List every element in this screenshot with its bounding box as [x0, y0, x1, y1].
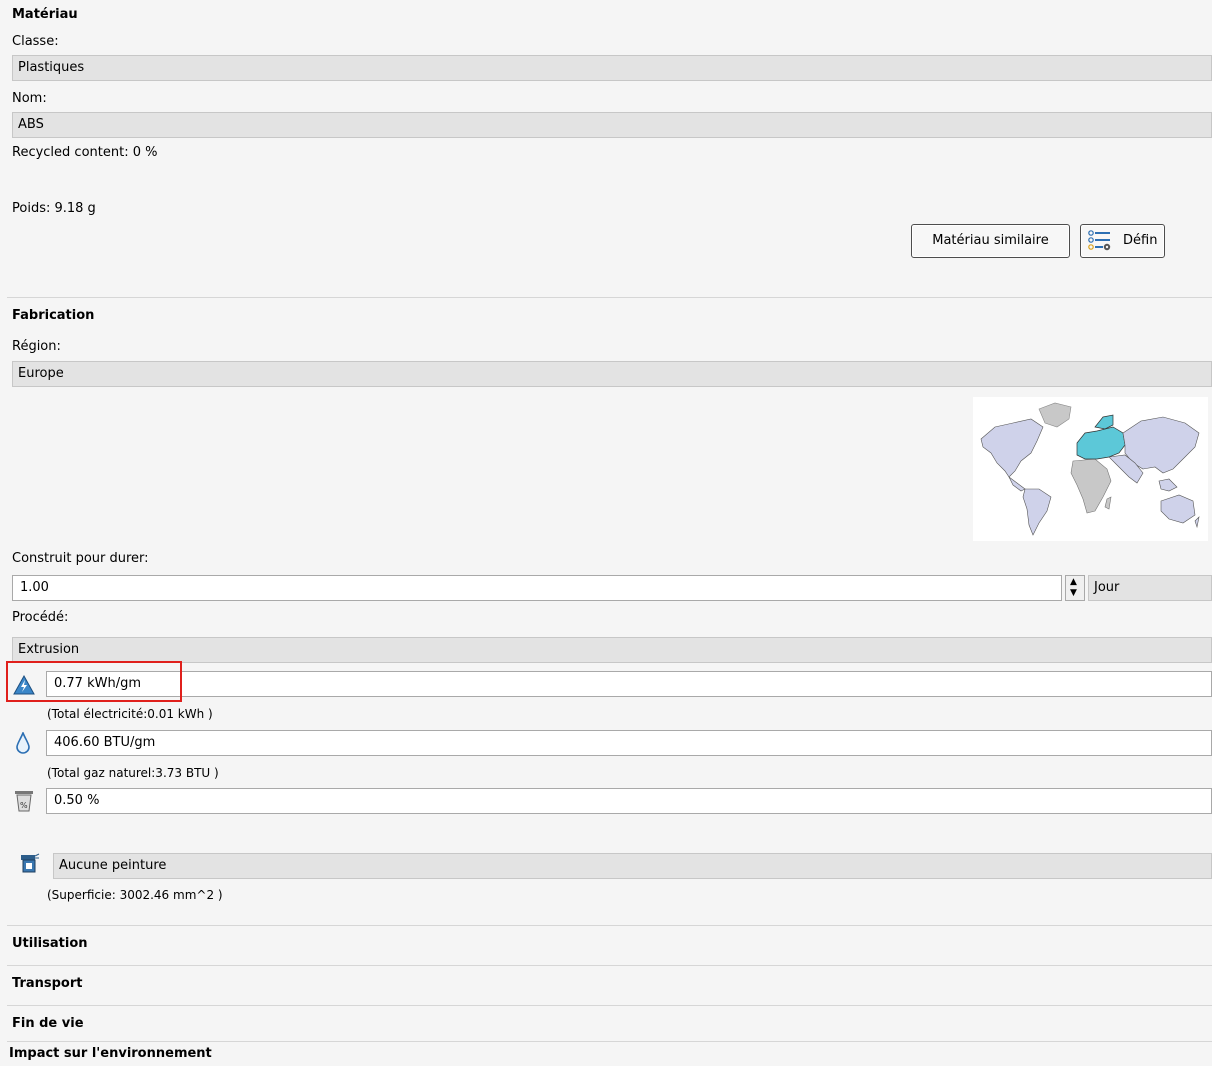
svg-text:%: %	[20, 801, 28, 810]
surface-text: (Superficie: 3002.46 mm^2 )	[47, 888, 223, 902]
separator	[7, 1005, 1212, 1006]
settings-list-icon	[1088, 230, 1112, 265]
end-of-life-section-title[interactable]: Fin de vie	[12, 1016, 84, 1031]
spin-up-icon[interactable]: ▲	[1070, 578, 1077, 587]
separator	[7, 925, 1212, 926]
paint-dropdown[interactable]: Aucune peinture	[53, 853, 1212, 879]
highlight-box	[6, 661, 182, 702]
class-dropdown[interactable]: Plastiques	[12, 55, 1212, 81]
region-dropdown[interactable]: Europe	[12, 361, 1212, 387]
fabrication-section-title[interactable]: Fabrication	[12, 308, 94, 323]
gas-input[interactable]: 406.60 BTU/gm	[46, 730, 1212, 756]
duration-label: Construit pour durer:	[12, 551, 149, 566]
similar-material-button[interactable]: Matériau similaire	[911, 224, 1070, 258]
scrap-input[interactable]: 0.50 %	[46, 788, 1212, 814]
process-label: Procédé:	[12, 610, 69, 625]
duration-input[interactable]: 1.00	[12, 575, 1062, 601]
environment-impact-section-title[interactable]: Impact sur l'environnement	[9, 1046, 212, 1061]
material-section-title[interactable]: Matériau	[12, 7, 78, 22]
use-section-title[interactable]: Utilisation	[12, 936, 88, 951]
gas-drop-icon	[16, 730, 30, 758]
duration-unit-dropdown[interactable]: Jour	[1088, 575, 1212, 601]
electricity-input[interactable]: 0.77 kWh/gm	[46, 671, 1212, 697]
transport-section-title[interactable]: Transport	[12, 976, 82, 991]
name-dropdown[interactable]: ABS	[12, 112, 1212, 138]
electricity-total-text: (Total électricité:0.01 kWh )	[47, 707, 213, 721]
separator	[7, 965, 1212, 966]
separator	[7, 297, 1212, 298]
gas-total-text: (Total gaz naturel:3.73 BTU )	[47, 766, 219, 780]
duration-spinner[interactable]: ▲ ▼	[1065, 575, 1085, 601]
process-dropdown[interactable]: Extrusion	[12, 637, 1212, 663]
define-button[interactable]: Défin	[1080, 224, 1165, 258]
recycled-content-text: Recycled content: 0 %	[12, 145, 158, 160]
region-label: Région:	[12, 339, 61, 354]
spray-paint-icon	[18, 853, 40, 879]
class-label: Classe:	[12, 34, 59, 49]
region-world-map[interactable]	[973, 397, 1208, 541]
separator	[7, 1041, 1212, 1042]
spin-down-icon[interactable]: ▼	[1070, 589, 1077, 598]
define-button-label: Défin	[1123, 233, 1158, 248]
name-label: Nom:	[12, 91, 47, 106]
weight-text: Poids: 9.18 g	[12, 201, 96, 216]
recycle-bin-percent-icon: %	[13, 789, 35, 817]
